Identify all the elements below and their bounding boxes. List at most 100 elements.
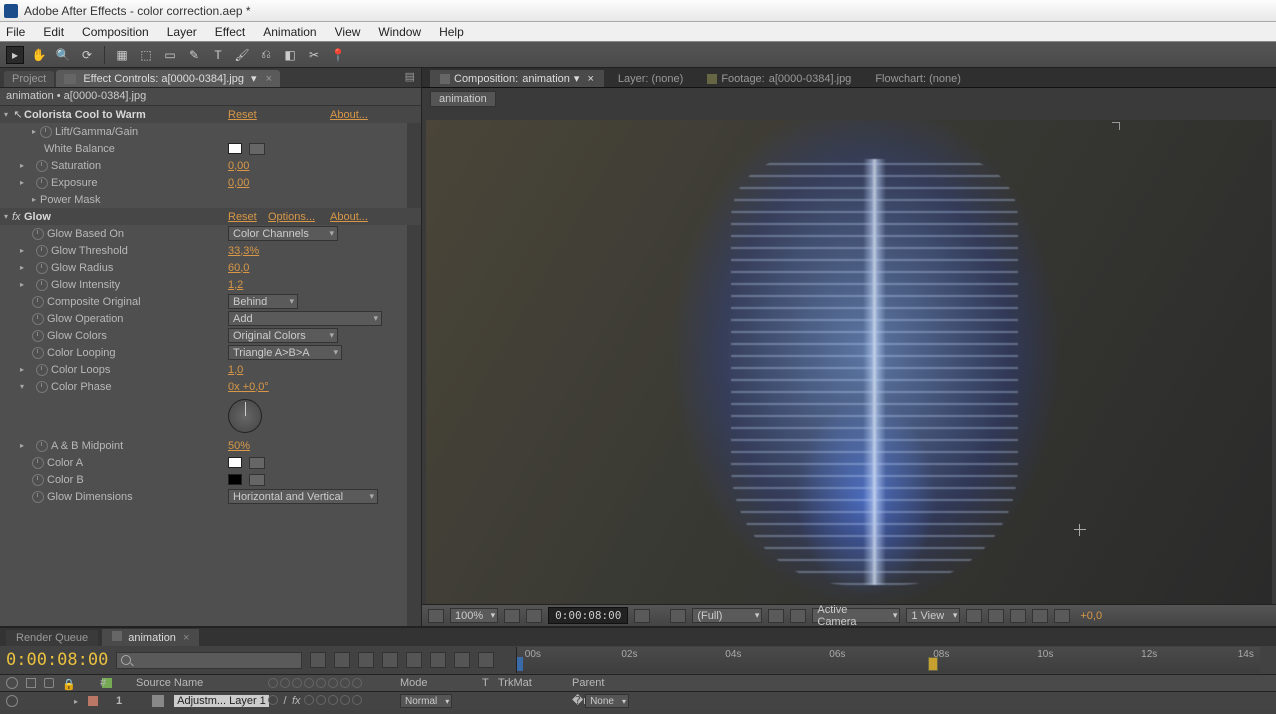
stopwatch-icon[interactable] — [36, 440, 48, 452]
menu-layer[interactable]: Layer — [167, 25, 197, 39]
menu-file[interactable]: File — [6, 25, 25, 39]
audio-column-icon[interactable] — [26, 678, 36, 688]
composition-viewer[interactable] — [426, 120, 1272, 604]
twirl-down-icon[interactable]: ▾ — [20, 382, 28, 391]
stopwatch-icon[interactable] — [32, 457, 44, 469]
brainstorm-icon[interactable] — [430, 652, 446, 668]
draft3d-icon[interactable] — [334, 652, 350, 668]
menu-edit[interactable]: Edit — [43, 25, 64, 39]
rotate-tool-icon[interactable]: ⟳ — [78, 46, 96, 64]
twirl-right-icon[interactable]: ▸ — [32, 127, 40, 136]
stopwatch-icon[interactable] — [32, 474, 44, 486]
layer-tab[interactable]: Layer: (none) — [608, 71, 693, 87]
layer-visibility-toggle[interactable] — [6, 695, 18, 707]
prop-power-mask[interactable]: ▸ Power Mask — [0, 191, 421, 208]
resolution-dropdown[interactable]: (Full) — [692, 608, 762, 623]
prop-value[interactable]: 50% — [228, 440, 250, 452]
channel-icon[interactable] — [670, 609, 686, 623]
close-tab-icon[interactable]: × — [266, 73, 272, 85]
footage-tab[interactable]: Footage: a[0000-0384].jpg — [697, 71, 861, 87]
snapshot-icon[interactable] — [634, 609, 650, 623]
stopwatch-icon[interactable] — [36, 279, 48, 291]
prop-lift-gamma-gain[interactable]: ▸ Lift/Gamma/Gain — [0, 123, 421, 140]
twirl-right-icon[interactable]: ▸ — [74, 697, 82, 706]
project-tab[interactable]: Project — [4, 71, 54, 87]
transparency-icon[interactable] — [790, 609, 806, 623]
eyedropper-icon[interactable] — [249, 457, 265, 469]
comp-nav-button[interactable]: animation — [430, 91, 496, 107]
close-tab-icon[interactable]: × — [183, 632, 189, 644]
prop-value[interactable]: 33,3% — [228, 245, 259, 257]
timeline-timecode[interactable]: 0:00:08:00 — [6, 650, 108, 670]
roi-icon[interactable] — [768, 609, 784, 623]
text-tool-icon[interactable]: T — [209, 46, 227, 64]
mask-toggle-icon[interactable] — [526, 609, 542, 623]
eraser-tool-icon[interactable]: ◧ — [281, 46, 299, 64]
stopwatch-icon[interactable] — [32, 491, 44, 503]
color-swatch-a[interactable] — [228, 457, 242, 468]
menu-animation[interactable]: Animation — [263, 25, 316, 39]
menu-view[interactable]: View — [335, 25, 361, 39]
prop-color-looping[interactable]: Color Looping Triangle A>B>A — [0, 344, 421, 361]
effect-header-glow[interactable]: ▾ fx Glow Reset Options... About... — [0, 208, 421, 225]
twirl-right-icon[interactable]: ▸ — [20, 280, 28, 289]
fast-preview-icon[interactable] — [988, 609, 1004, 623]
menu-window[interactable]: Window — [378, 25, 421, 39]
dropdown-color-loop[interactable]: Triangle A>B>A — [228, 345, 342, 360]
phase-dial[interactable] — [228, 399, 262, 433]
prop-glow-colors[interactable]: Glow Colors Original Colors — [0, 327, 421, 344]
layer-mode-dropdown[interactable]: Normal — [400, 694, 452, 708]
prop-white-balance[interactable]: White Balance — [0, 140, 421, 157]
options-link[interactable]: Options... — [268, 211, 315, 223]
chevron-down-icon[interactable]: ▾ — [251, 73, 257, 85]
effect-header-colorista[interactable]: ▾ ↖ Colorista Cool to Warm Reset About..… — [0, 106, 421, 123]
menu-composition[interactable]: Composition — [82, 25, 149, 39]
current-time-display[interactable]: 0:00:08:00 — [548, 607, 628, 624]
dropdown-operation[interactable]: Add — [228, 311, 382, 326]
stopwatch-icon[interactable] — [36, 364, 48, 376]
prop-exposure[interactable]: ▸ Exposure 0,00 — [0, 174, 421, 191]
camera-dropdown[interactable]: Active Camera — [812, 608, 900, 623]
comp-flowchart-icon[interactable] — [1032, 609, 1048, 623]
effect-controls-tab[interactable]: Effect Controls: a[0000-0384].jpg ▾ × — [56, 70, 280, 87]
prop-value[interactable]: 0,00 — [228, 177, 249, 189]
twirl-right-icon[interactable]: ▸ — [20, 178, 28, 187]
bbox-handle-icon[interactable] — [1112, 122, 1120, 130]
frame-blend-icon[interactable] — [382, 652, 398, 668]
graph-editor-icon[interactable] — [478, 652, 494, 668]
prop-composite-original[interactable]: Composite Original Behind — [0, 293, 421, 310]
exposure-reset-icon[interactable] — [1054, 609, 1070, 623]
stopwatch-icon[interactable] — [32, 228, 44, 240]
brush-tool-icon[interactable]: 🖌 — [233, 46, 251, 64]
stopwatch-icon[interactable] — [36, 160, 48, 172]
eyedropper-icon[interactable] — [249, 474, 265, 486]
clone-tool-icon[interactable]: ⎌ — [257, 46, 275, 64]
prop-value[interactable]: 1,0 — [228, 364, 243, 376]
prop-color-phase[interactable]: ▾ Color Phase 0x +0,0° — [0, 378, 421, 395]
about-link[interactable]: About... — [330, 211, 368, 223]
chevron-down-icon[interactable]: ▾ — [574, 72, 580, 85]
shy-icon[interactable] — [358, 652, 374, 668]
video-column-icon[interactable] — [6, 677, 18, 689]
anchor-point-icon[interactable] — [1074, 524, 1086, 536]
prop-glow-threshold[interactable]: ▸ Glow Threshold 33,3% — [0, 242, 421, 259]
pixel-aspect-icon[interactable] — [966, 609, 982, 623]
prop-value[interactable]: 0x +0,0° — [228, 381, 269, 393]
composition-tab[interactable]: Composition: animation ▾ × — [430, 70, 604, 87]
dropdown-glow-based[interactable]: Color Channels — [228, 226, 338, 241]
stopwatch-icon[interactable] — [36, 262, 48, 274]
prop-color-a[interactable]: Color A — [0, 454, 421, 471]
prop-glow-dimensions[interactable]: Glow Dimensions Horizontal and Vertical — [0, 488, 421, 505]
prop-saturation[interactable]: ▸ Saturation 0,00 — [0, 157, 421, 174]
zoom-tool-icon[interactable]: 🔍 — [54, 46, 72, 64]
dropdown-glow-colors[interactable]: Original Colors — [228, 328, 338, 343]
lock-column-icon[interactable]: 🔒 — [62, 678, 72, 688]
zoom-dropdown[interactable]: 100% — [450, 608, 498, 623]
twirl-right-icon[interactable]: ▸ — [20, 161, 28, 170]
hand-tool-icon[interactable]: ✋ — [30, 46, 48, 64]
selection-tool-icon[interactable]: ▸ — [6, 46, 24, 64]
auto-keyframe-icon[interactable] — [454, 652, 470, 668]
timeline-search-input[interactable] — [116, 652, 302, 669]
prop-glow-intensity[interactable]: ▸ Glow Intensity 1,2 — [0, 276, 421, 293]
color-swatch-b[interactable] — [228, 474, 242, 485]
